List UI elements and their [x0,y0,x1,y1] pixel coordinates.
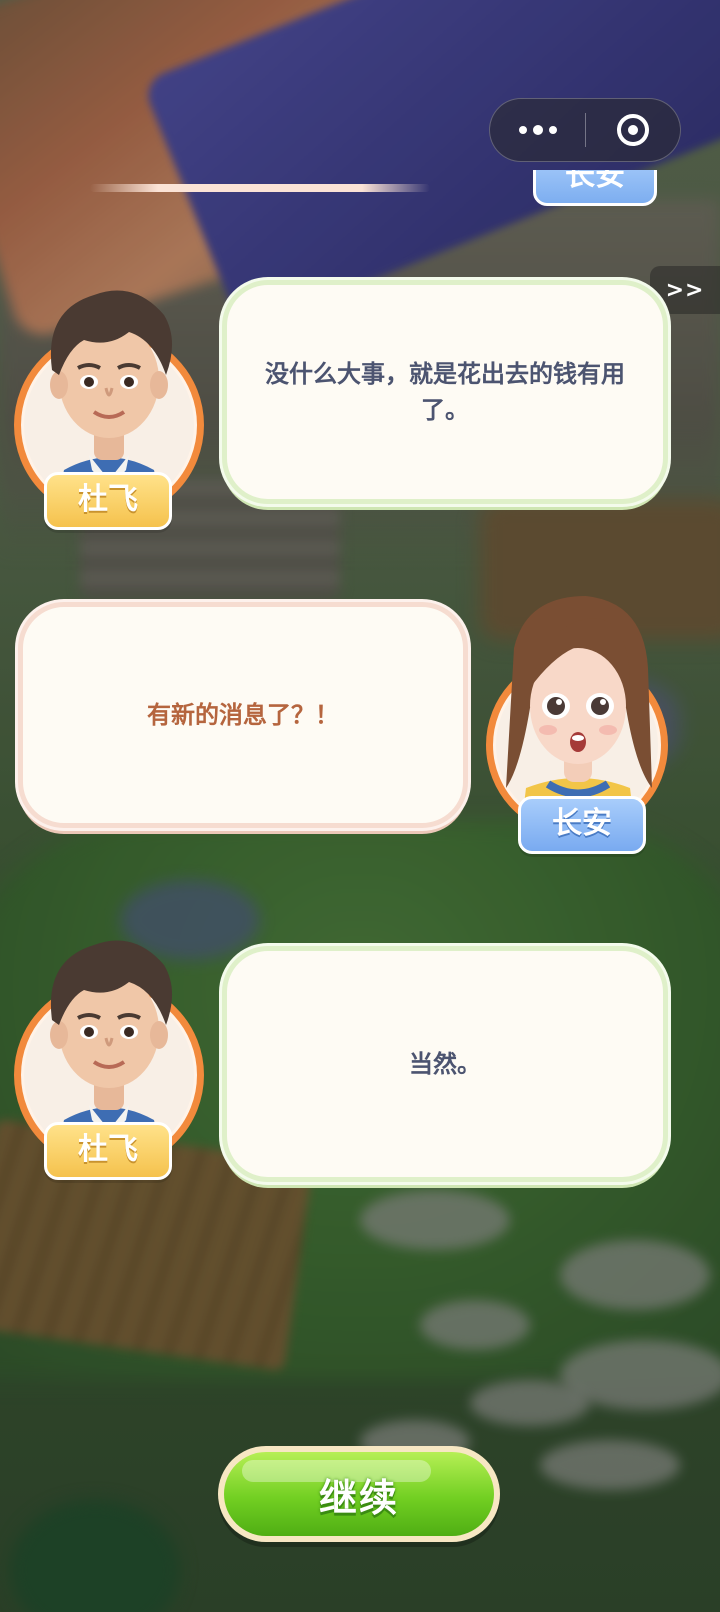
previous-name-tag: 长安 [533,170,657,210]
avatar-changan [486,588,670,838]
speech-bubble: 有新的消息了？！ [18,602,468,828]
speaker-name-tag: 长安 [518,796,646,854]
speech-bubble: 没什么大事，就是花出去的钱有用了。 [222,280,668,504]
continue-button-face[interactable]: 继续 [224,1452,494,1536]
close-target-icon[interactable] [586,98,680,162]
miniprogram-capsule [489,98,681,162]
speech-text: 有新的消息了？！ [147,701,339,729]
more-dots-icon[interactable] [490,98,585,162]
speech-text: 当然。 [409,1050,481,1078]
speech-bubble: 当然。 [222,946,668,1182]
previous-name-tag-label: 长安 [533,170,657,206]
speaker-name-tag: 杜飞 [44,1122,172,1180]
avatar-dufei [14,270,204,520]
previous-bubble-edge [90,184,430,192]
speech-text: 没什么大事，就是花出去的钱有用了。 [265,360,625,424]
avatar-dufei [14,920,204,1170]
continue-button[interactable]: 继续 [218,1446,500,1542]
speaker-name-tag: 杜飞 [44,472,172,530]
continue-label: 继续 [318,1475,399,1520]
